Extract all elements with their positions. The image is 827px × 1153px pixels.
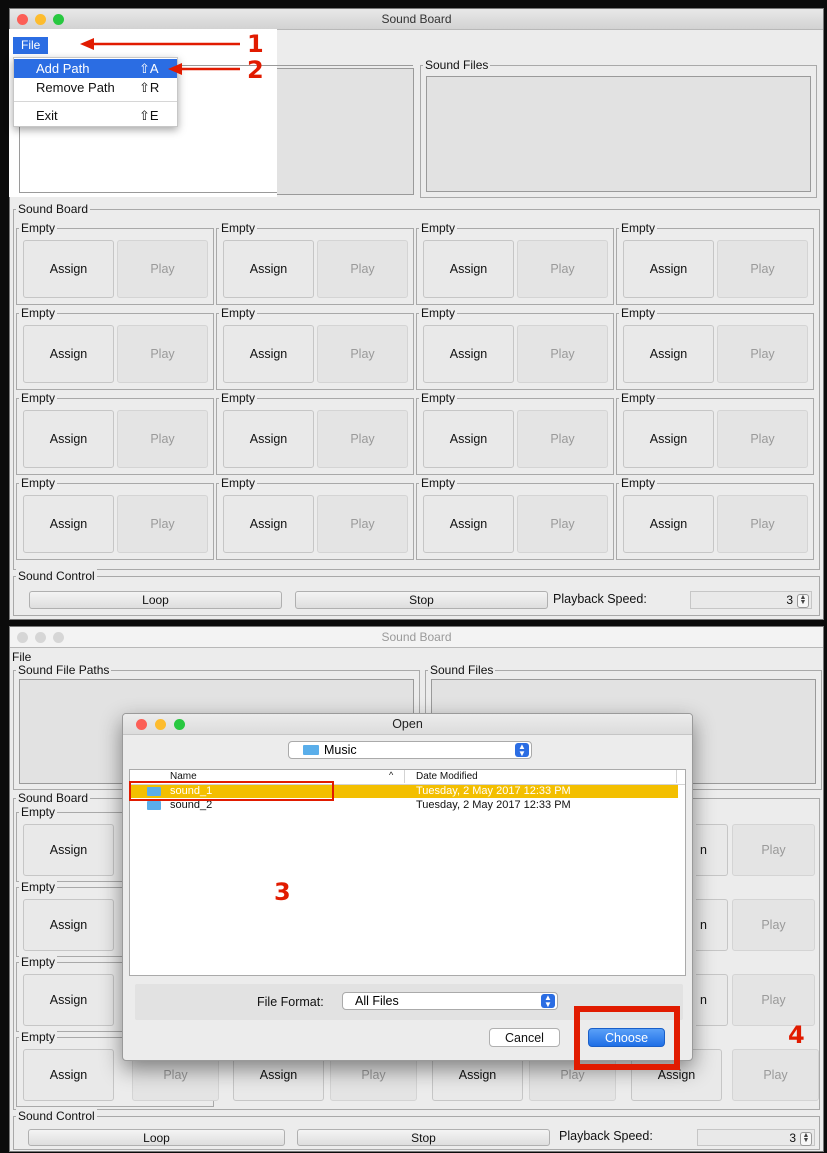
assign-button[interactable]: Assign <box>23 974 114 1026</box>
play-button[interactable]: Play <box>732 974 815 1026</box>
assign-button-partial[interactable]: n <box>696 974 728 1026</box>
playback-speed-label: Playback Speed: <box>559 1129 653 1143</box>
sound-board-legend: Sound Board <box>16 791 91 805</box>
folder-icon <box>147 801 161 810</box>
slot-name-label: Empty <box>19 955 58 969</box>
assign-button[interactable]: Assign <box>23 1049 114 1101</box>
sound-control-panel: Sound Control Loop Stop Playback Speed: … <box>13 1109 820 1150</box>
slot-name-label: Empty <box>19 880 58 894</box>
file-format-label: File Format: <box>257 995 324 1009</box>
annotation-2: 2 <box>247 56 264 84</box>
play-button[interactable]: Play <box>732 1049 819 1101</box>
sound-file-paths-legend: Sound File Paths <box>16 663 112 677</box>
select-arrows-icon: ▲ ▼ <box>515 743 529 758</box>
highlight-box-sound-1 <box>129 781 334 801</box>
slot-name-label: Empty <box>19 1030 58 1044</box>
annotation-1: 1 <box>247 30 264 58</box>
column-divider <box>404 770 405 783</box>
window-title: Sound Board <box>381 630 452 644</box>
assign-button-partial[interactable]: n <box>696 899 728 951</box>
play-button[interactable]: Play <box>732 824 815 876</box>
select-arrows-icon: ▲ ▼ <box>541 994 555 1009</box>
folder-icon <box>303 745 319 755</box>
assign-button[interactable]: Assign <box>23 899 114 951</box>
sort-ascending-icon[interactable]: ^ <box>389 770 393 780</box>
cancel-button[interactable]: Cancel <box>489 1028 560 1047</box>
play-button[interactable]: Play <box>732 899 815 951</box>
arrow-2-head <box>168 63 182 75</box>
column-divider <box>676 770 677 783</box>
file-date: Tuesday, 2 May 2017 12:33 PM <box>416 799 571 811</box>
stop-button[interactable]: Stop <box>297 1129 550 1146</box>
column-date-header[interactable]: Date Modified <box>416 771 478 782</box>
menu-bar: File <box>10 648 823 664</box>
arrow-1-head <box>80 38 94 50</box>
file-format-select[interactable]: All Files ▲ ▼ <box>342 992 558 1010</box>
title-bar[interactable]: Sound Board <box>10 627 823 648</box>
playback-speed-spinner[interactable]: 3 ▲ ▼ <box>697 1129 815 1146</box>
sound-files-legend: Sound Files <box>428 663 496 677</box>
sound-control-legend: Sound Control <box>16 1109 97 1123</box>
assign-button-partial[interactable]: n <box>696 824 728 876</box>
slot-name-label: Empty <box>19 805 58 819</box>
playback-speed-value: 3 <box>789 1131 796 1145</box>
assign-button[interactable]: Assign <box>23 824 114 876</box>
highlight-box-choose <box>574 1006 680 1070</box>
dialog-title: Open <box>392 717 423 731</box>
folder-select[interactable]: Music ▲ ▼ <box>288 741 532 759</box>
file-date: Tuesday, 2 May 2017 12:33 PM <box>416 785 571 797</box>
annotation-3: 3 <box>274 878 291 906</box>
folder-select-value: Music <box>324 743 357 757</box>
spinner-arrows-icon[interactable]: ▲ ▼ <box>800 1132 812 1146</box>
annotation-4: 4 <box>788 1021 805 1049</box>
loop-button[interactable]: Loop <box>28 1129 285 1146</box>
file-format-value: All Files <box>355 994 399 1008</box>
